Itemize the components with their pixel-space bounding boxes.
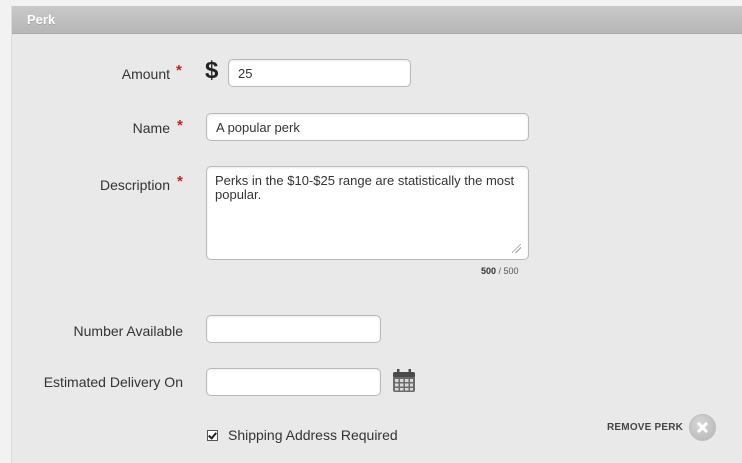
resize-grip-icon[interactable] [512, 244, 521, 253]
number-available-label: Number Available [73, 323, 183, 339]
remove-perk-label: REMOVE PERK [607, 422, 684, 433]
shipping-label: Shipping Address Required [228, 427, 398, 443]
description-required-mark: * [177, 173, 183, 190]
currency-symbol: $ [205, 57, 219, 84]
estimated-delivery-input[interactable] [206, 368, 381, 396]
counter-max: 500 [503, 266, 519, 276]
character-counter: 500 / 500 [481, 266, 519, 276]
remove-perk-button[interactable]: REMOVE PERK [607, 414, 717, 441]
close-circle-icon[interactable] [689, 414, 717, 441]
description-textarea[interactable]: Perks in the $10-$25 range are statistic… [206, 166, 529, 260]
counter-separator: / [496, 266, 504, 276]
shipping-checkbox-row[interactable]: Shipping Address Required [207, 427, 398, 443]
shipping-checkbox[interactable] [207, 429, 218, 441]
name-input[interactable] [206, 113, 529, 141]
name-label: Name [132, 120, 170, 136]
estimated-delivery-label: Estimated Delivery On [43, 374, 183, 390]
counter-current: 500 [481, 266, 497, 276]
amount-label: Amount [121, 66, 170, 82]
amount-required-mark: * [176, 62, 182, 79]
panel-header: Perk [12, 6, 742, 34]
calendar-icon[interactable] [392, 369, 416, 393]
description-label: Description [99, 177, 170, 193]
name-required-mark: * [177, 117, 183, 134]
panel-title: Perk [27, 12, 56, 27]
number-available-input[interactable] [206, 315, 381, 343]
amount-input[interactable] [228, 59, 411, 87]
